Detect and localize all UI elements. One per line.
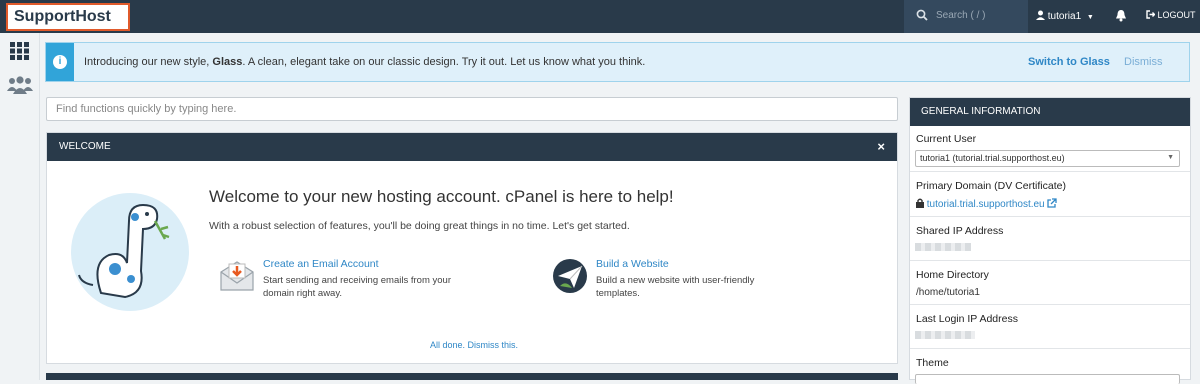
user-icon bbox=[1036, 10, 1045, 20]
notice-message: Introducing our new style, Glass. A clea… bbox=[84, 56, 646, 68]
left-sidebar bbox=[0, 33, 40, 380]
theme-select[interactable] bbox=[915, 374, 1180, 384]
dismiss-notice-link[interactable]: Dismiss bbox=[1124, 56, 1163, 68]
glass-style-notice: i Introducing our new style, Glass. A cl… bbox=[45, 42, 1190, 82]
lock-icon bbox=[916, 198, 924, 208]
last-login-row: Last Login IP Address bbox=[910, 305, 1190, 349]
current-user-select[interactable]: tutoria1 (tutorial.trial.supporthost.eu)… bbox=[915, 150, 1180, 167]
search-box[interactable]: Search ( / ) bbox=[904, 0, 1028, 33]
search-icon bbox=[916, 9, 928, 21]
build-website-link[interactable]: Build a Website bbox=[596, 258, 669, 270]
all-done-dismiss-link[interactable]: All done. Dismiss this. bbox=[430, 340, 518, 350]
logout-label: LOGOUT bbox=[1157, 10, 1196, 20]
home-directory-row: Home Directory /home/tutoria1 bbox=[910, 261, 1190, 305]
email-envelope-icon bbox=[220, 261, 254, 291]
welcome-subtitle: With a robust selection of features, you… bbox=[209, 220, 630, 232]
primary-domain-link[interactable]: tutorial.trial.supporthost.eu bbox=[916, 198, 1058, 210]
shared-ip-row: Shared IP Address bbox=[910, 217, 1190, 261]
info-icon: i bbox=[46, 43, 74, 81]
chevron-down-icon: ▼ bbox=[1086, 14, 1094, 21]
notice-style-name: Glass bbox=[212, 56, 243, 68]
search-placeholder: Search ( / ) bbox=[936, 10, 986, 21]
close-icon[interactable]: × bbox=[877, 133, 885, 161]
home-directory-label: Home Directory bbox=[916, 269, 989, 281]
home-directory-value: /home/tutoria1 bbox=[916, 287, 980, 298]
primary-domain-row: Primary Domain (DV Certificate) tutorial… bbox=[910, 172, 1190, 217]
primary-domain-label: Primary Domain (DV Certificate) bbox=[916, 180, 1066, 192]
external-link-icon bbox=[1047, 198, 1058, 208]
quick-find-input[interactable]: Find functions quickly by typing here. bbox=[46, 97, 898, 121]
general-information-header: GENERAL INFORMATION bbox=[910, 98, 1190, 126]
switch-to-glass-link[interactable]: Switch to Glass bbox=[1028, 56, 1110, 68]
create-email-account-link[interactable]: Create an Email Account bbox=[263, 258, 379, 270]
logout-icon bbox=[1146, 10, 1156, 19]
build-website-desc: Build a new website with user-friendly t… bbox=[596, 275, 755, 299]
dinosaur-mascot-illustration bbox=[71, 193, 189, 311]
create-email-action[interactable]: Create an Email Account Start sending an… bbox=[219, 258, 479, 303]
redacted-ip bbox=[915, 331, 975, 339]
current-user-value: tutoria1 (tutorial.trial.supporthost.eu) bbox=[920, 153, 1065, 163]
user-menu[interactable]: tutoria1 ▼ bbox=[1036, 10, 1094, 22]
primary-domain-value: tutorial.trial.supporthost.eu bbox=[926, 199, 1045, 210]
bell-icon[interactable] bbox=[1115, 9, 1127, 22]
current-user-label: Current User bbox=[916, 133, 977, 145]
welcome-panel-header: WELCOME × bbox=[47, 133, 897, 161]
logout-button[interactable]: LOGOUT bbox=[1146, 10, 1196, 20]
welcome-panel-title: WELCOME bbox=[59, 141, 111, 152]
shared-ip-label: Shared IP Address bbox=[916, 225, 1004, 237]
current-user-row: Current User tutoria1 (tutorial.trial.su… bbox=[910, 126, 1190, 172]
top-bar: SupportHost Search ( / ) tutoria1 ▼ LOGO… bbox=[0, 0, 1200, 33]
create-email-desc: Start sending and receiving emails from … bbox=[263, 275, 451, 299]
general-information-panel: GENERAL INFORMATION Current User tutoria… bbox=[909, 97, 1191, 384]
users-group-icon[interactable] bbox=[7, 76, 33, 94]
theme-label: Theme bbox=[916, 357, 949, 369]
brand-logo[interactable]: SupportHost bbox=[6, 3, 130, 31]
next-panel-header bbox=[46, 373, 898, 380]
redacted-ip bbox=[915, 243, 971, 251]
theme-row: Theme bbox=[910, 349, 1190, 384]
last-login-label: Last Login IP Address bbox=[916, 313, 1018, 325]
paper-plane-icon bbox=[553, 259, 587, 293]
user-name: tutoria1 bbox=[1047, 11, 1082, 22]
chevron-down-icon: ▼ bbox=[1167, 154, 1174, 161]
build-website-action[interactable]: Build a Website Build a new website with… bbox=[552, 258, 812, 303]
welcome-panel: WELCOME × Welcome to your new hosting ac… bbox=[46, 132, 898, 364]
apps-grid-icon[interactable] bbox=[10, 42, 30, 60]
welcome-heading: Welcome to your new hosting account. cPa… bbox=[209, 187, 674, 206]
